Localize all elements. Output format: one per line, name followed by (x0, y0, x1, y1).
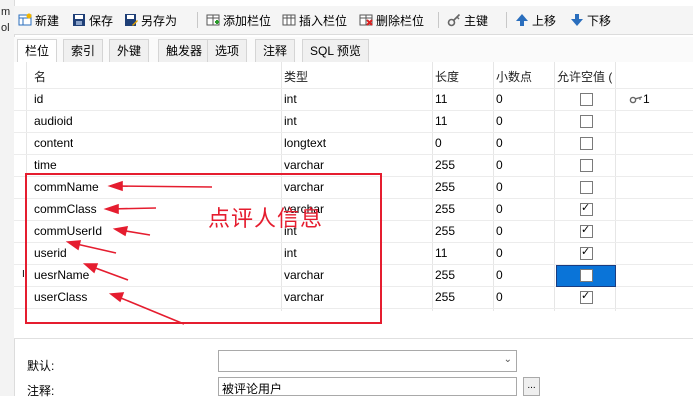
field-length-cell[interactable]: 255 (435, 220, 455, 242)
field-length-cell[interactable]: 255 (435, 176, 455, 198)
save-button[interactable]: 保存 (72, 10, 113, 30)
allow-null-checkbox[interactable] (580, 201, 593, 216)
left-window-strip: m ol (0, 0, 15, 396)
header-length[interactable]: 长度 (435, 66, 459, 88)
move-up-button[interactable]: 上移 (515, 10, 556, 30)
field-length-cell[interactable]: 255 (435, 198, 455, 220)
delete-column-button[interactable]: 删除栏位 (359, 10, 424, 30)
field-decimals-cell[interactable]: 0 (496, 154, 503, 176)
key-icon (629, 96, 643, 104)
move-up-label: 上移 (532, 13, 557, 28)
comment-more-button[interactable]: ... (523, 377, 540, 396)
allow-null-checkbox[interactable] (580, 115, 593, 128)
field-type-cell[interactable]: int (284, 110, 297, 132)
comment-label: 注释: (27, 384, 55, 398)
left-strip-text-1: m (1, 6, 11, 18)
add-column-button[interactable]: 添加栏位 (206, 10, 271, 30)
move-down-button[interactable]: 下移 (570, 10, 611, 30)
allow-null-checkbox[interactable] (580, 223, 593, 238)
field-decimals-cell[interactable]: 0 (496, 264, 503, 286)
new-button[interactable]: 新建 (18, 10, 59, 30)
header-type[interactable]: 类型 (284, 66, 308, 88)
tab-options[interactable]: 选项 (207, 39, 248, 62)
primary-key-ordinal: 1 (643, 92, 650, 106)
table-row[interactable]: audioid int 11 0 (14, 110, 693, 133)
table-row[interactable]: id int 11 0 1 (14, 88, 693, 111)
header-decimals[interactable]: 小数点 (496, 66, 532, 88)
field-name-cell[interactable]: content (34, 132, 73, 154)
primary-key-label: 主键 (464, 13, 489, 28)
allow-null-checkbox[interactable] (580, 159, 593, 172)
chevron-down-icon: ⌄ (503, 354, 512, 365)
save-as-label: 另存为 (141, 13, 178, 28)
field-decimals-cell[interactable]: 0 (496, 88, 503, 110)
field-decimals-cell[interactable]: 0 (496, 110, 503, 132)
field-name-cell[interactable]: audioid (34, 110, 73, 132)
tab-fields[interactable]: 栏位 (17, 39, 58, 63)
allow-null-checkbox[interactable] (580, 289, 593, 304)
tab-bar: 栏位 索引 外键 触发器 选项 注释 SQL 预览 (14, 37, 693, 63)
field-type-cell[interactable]: int (284, 88, 297, 110)
allow-null-checkbox[interactable] (580, 137, 593, 150)
allow-null-checkbox[interactable] (580, 181, 593, 194)
delete-column-label: 删除栏位 (376, 13, 425, 28)
field-type-cell[interactable]: longtext (284, 132, 326, 154)
field-decimals-cell[interactable]: 0 (496, 198, 503, 220)
tab-sql-preview[interactable]: SQL 预览 (302, 39, 369, 62)
new-label: 新建 (35, 13, 60, 28)
primary-key-marker: 1 (629, 88, 650, 110)
field-length-cell[interactable]: 11 (435, 88, 447, 110)
field-decimals-cell[interactable]: 0 (496, 176, 503, 198)
table-row[interactable]: content longtext 0 0 (14, 132, 693, 155)
field-decimals-cell[interactable]: 0 (496, 242, 503, 264)
field-length-cell[interactable]: 255 (435, 264, 455, 286)
tab-foreign-keys[interactable]: 外键 (109, 39, 150, 62)
field-decimals-cell[interactable]: 0 (496, 286, 503, 308)
toolbar: 新建 保存 另存为 添加栏位 插入栏位 删除栏位 主键 上移 下移 (14, 6, 693, 35)
default-dropdown[interactable]: ⌄ (218, 350, 517, 372)
field-length-cell[interactable]: 11 (435, 110, 447, 132)
field-name-cell[interactable]: id (34, 88, 43, 110)
delete-column-icon (359, 13, 373, 27)
new-table-icon (18, 13, 32, 27)
add-column-icon (206, 13, 220, 27)
field-length-cell[interactable]: 0 (435, 132, 442, 154)
field-length-cell[interactable]: 255 (435, 286, 455, 308)
tab-indexes[interactable]: 索引 (63, 39, 104, 62)
allow-null-checkbox[interactable] (580, 245, 593, 260)
tab-comment[interactable]: 注释 (255, 39, 296, 62)
allow-null-checkbox[interactable] (580, 269, 593, 282)
default-label: 默认: (27, 359, 55, 373)
allow-null-checkbox[interactable] (580, 93, 593, 106)
comment-field[interactable]: 被评论用户 (218, 377, 517, 396)
field-length-cell[interactable]: 11 (435, 242, 447, 264)
field-decimals-cell[interactable]: 0 (496, 132, 503, 154)
toolbar-separator (506, 12, 507, 28)
annotation-label: 点评人信息 (208, 207, 324, 232)
toolbar-separator (438, 12, 439, 28)
save-as-icon (124, 13, 138, 27)
arrow-down-icon (570, 13, 584, 27)
key-icon (447, 13, 461, 27)
header-name[interactable]: 名 (34, 66, 46, 88)
move-down-label: 下移 (587, 13, 612, 28)
insert-column-icon (282, 13, 296, 27)
toolbar-separator (197, 12, 198, 28)
save-as-button[interactable]: 另存为 (124, 10, 177, 30)
save-icon (72, 13, 86, 27)
grid-header-row: 名 类型 长度 小数点 允许空值 ( (14, 66, 693, 89)
field-decimals-cell[interactable]: 0 (496, 220, 503, 242)
annotation-highlight-box (25, 173, 382, 324)
field-length-cell[interactable]: 255 (435, 154, 455, 176)
arrow-up-icon (515, 13, 529, 27)
left-strip-text-2: ol (1, 22, 10, 34)
add-column-label: 添加栏位 (223, 13, 272, 28)
save-label: 保存 (89, 13, 114, 28)
primary-key-button[interactable]: 主键 (447, 10, 488, 30)
insert-column-label: 插入栏位 (299, 13, 348, 28)
tab-triggers[interactable]: 触发器 (158, 39, 211, 62)
header-allow-null[interactable]: 允许空值 ( (557, 66, 612, 88)
insert-column-button[interactable]: 插入栏位 (282, 10, 347, 30)
